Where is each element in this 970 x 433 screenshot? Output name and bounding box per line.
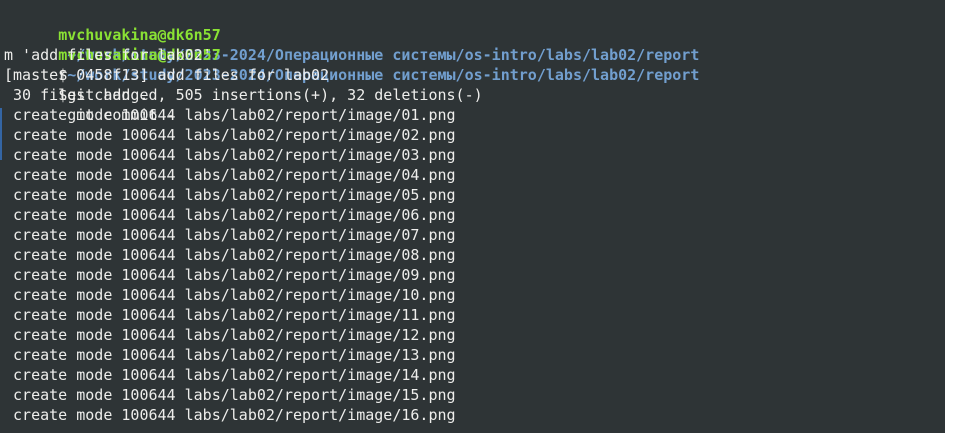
created-file-line: create mode 100644 labs/lab02/report/ima…	[4, 226, 456, 244]
terminal-window[interactable]: mvchuvakina@dk6n57 ~/work/study/2023-202…	[0, 0, 970, 433]
scrollbar[interactable]	[945, 0, 970, 433]
created-files-list: create mode 100644 labs/lab02/report/ima…	[4, 105, 940, 425]
created-file-line: create mode 100644 labs/lab02/report/ima…	[4, 406, 456, 424]
created-file-line: create mode 100644 labs/lab02/report/ima…	[4, 306, 456, 324]
created-file-line: create mode 100644 labs/lab02/report/ima…	[4, 246, 456, 264]
created-file-line: create mode 100644 labs/lab02/report/ima…	[4, 126, 456, 144]
prompt-user-host: mvchuvakina@dk6n57	[58, 26, 221, 44]
created-file-line: create mode 100644 labs/lab02/report/ima…	[4, 386, 456, 404]
created-file-line: create mode 100644 labs/lab02/report/ima…	[4, 366, 456, 384]
prompt-line-git-add: mvchuvakina@dk6n57 ~/work/study/2023-202…	[4, 5, 940, 104]
created-file-line: create mode 100644 labs/lab02/report/ima…	[4, 186, 456, 204]
scrollbar-thumb[interactable]	[945, 0, 970, 433]
selection-marker	[0, 108, 2, 160]
created-file-line: create mode 100644 labs/lab02/report/ima…	[4, 266, 456, 284]
terminal-output[interactable]: mvchuvakina@dk6n57 ~/work/study/2023-202…	[4, 5, 940, 425]
commit-summary: 30 files changed, 505 insertions(+), 32 …	[4, 86, 483, 104]
created-file-line: create mode 100644 labs/lab02/report/ima…	[4, 346, 456, 364]
created-file-line: create mode 100644 labs/lab02/report/ima…	[4, 286, 456, 304]
created-file-line: create mode 100644 labs/lab02/report/ima…	[4, 166, 456, 184]
created-file-line: create mode 100644 labs/lab02/report/ima…	[4, 206, 456, 224]
created-file-line: create mode 100644 labs/lab02/report/ima…	[4, 326, 456, 344]
created-file-line: create mode 100644 labs/lab02/report/ima…	[4, 146, 456, 164]
created-file-line: create mode 100644 labs/lab02/report/ima…	[4, 106, 456, 124]
